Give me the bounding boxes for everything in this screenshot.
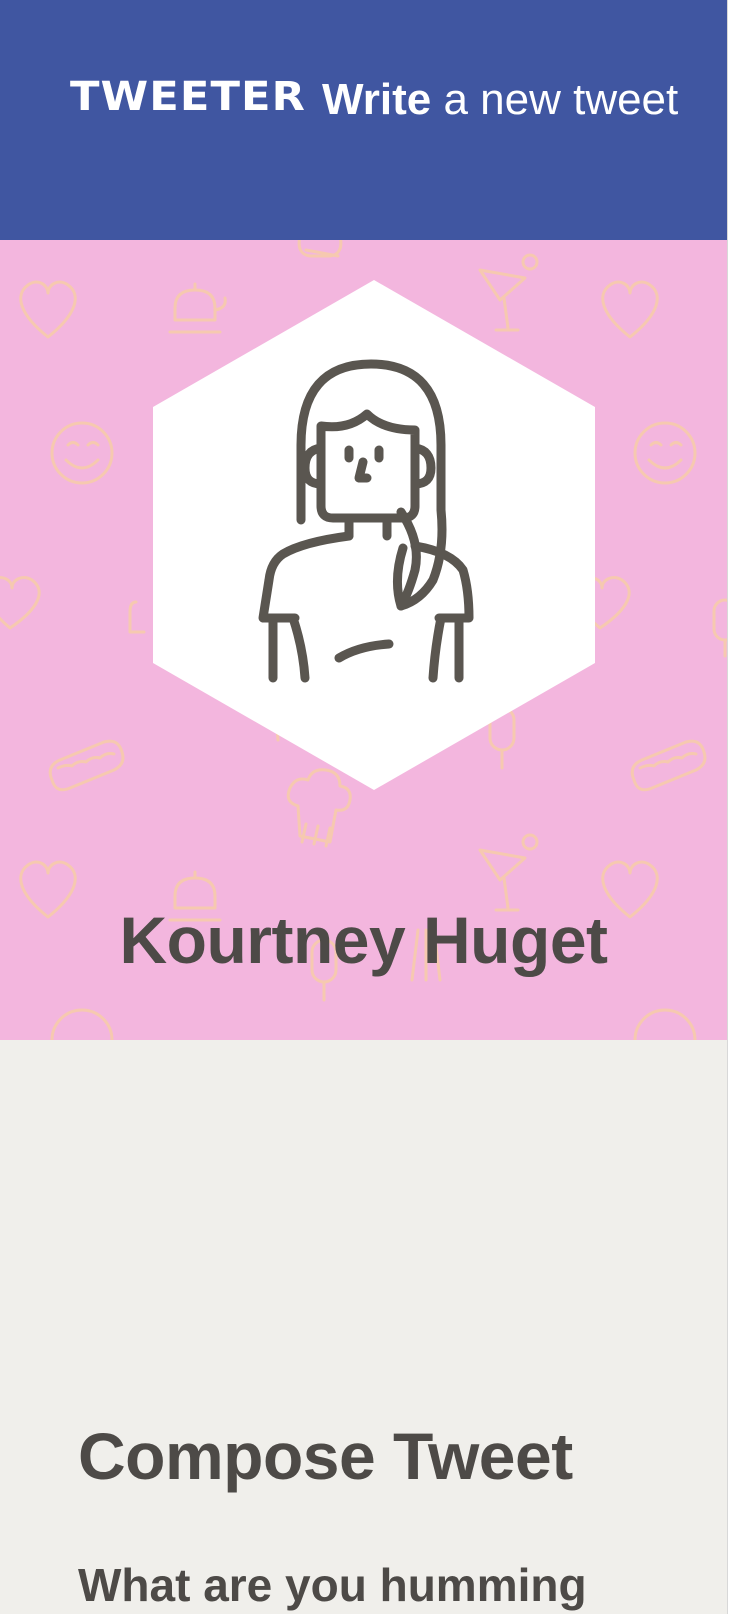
chef-hat-icon xyxy=(128,600,146,634)
new-tweet-label: a new tweet xyxy=(443,75,679,124)
hotdog-icon xyxy=(48,739,125,792)
hotdog-icon xyxy=(630,739,707,792)
heart-icon xyxy=(601,280,659,339)
smiley-icon xyxy=(633,421,697,485)
smiley-icon xyxy=(633,1008,697,1040)
smiley-icon xyxy=(50,1008,114,1040)
site-header: TWEETER Write a new tweet xyxy=(0,0,727,240)
write-label: Write xyxy=(322,75,432,124)
heart-icon xyxy=(0,576,41,630)
avatar[interactable] xyxy=(153,280,595,790)
scrollbar-gutter xyxy=(727,0,750,1614)
popsicle-icon xyxy=(712,598,727,658)
profile-banner: Kourtney Huget xyxy=(0,240,727,1040)
chef-hat-icon xyxy=(297,240,343,258)
heart-icon xyxy=(19,280,77,339)
write-tweet-toggle[interactable]: Write a new tweet xyxy=(322,72,678,128)
compose-title: Compose Tweet xyxy=(78,1419,573,1493)
brand-logo[interactable]: TWEETER xyxy=(70,74,306,120)
profile-name: Kourtney Huget xyxy=(119,903,609,977)
compose-prompt-label: What are you humming xyxy=(78,1559,587,1611)
smiley-icon xyxy=(50,421,114,485)
cocktail-icon xyxy=(478,833,539,912)
page: TWEETER Write a new tweet Kourtney Huget… xyxy=(0,0,727,1614)
